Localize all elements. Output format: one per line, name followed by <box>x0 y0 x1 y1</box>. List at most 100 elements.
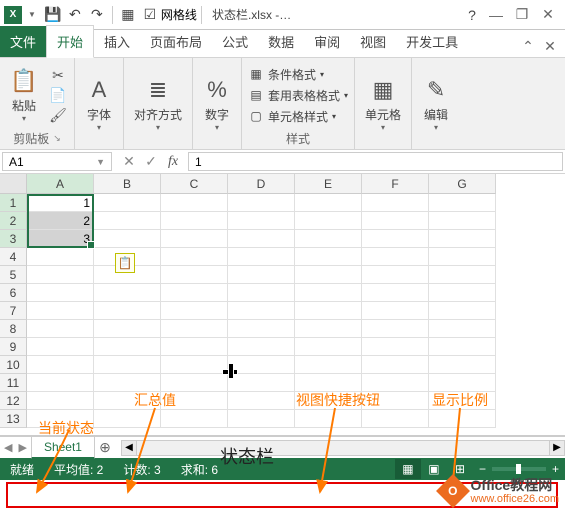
restore-button[interactable]: ❐ <box>509 4 535 26</box>
align-button[interactable]: ≣对齐方式▾ <box>130 74 186 134</box>
font-button[interactable]: A字体▾ <box>81 74 117 134</box>
tab-dev[interactable]: 开发工具 <box>396 26 468 57</box>
grid-icon[interactable]: ▦ <box>119 6 137 24</box>
qat-dropdown-icon[interactable]: ▼ <box>28 10 36 19</box>
tab-data[interactable]: 数据 <box>258 26 304 57</box>
horizontal-scrollbar[interactable]: ◀ ▶ <box>121 440 565 456</box>
close-button[interactable]: ✕ <box>535 4 561 26</box>
name-box[interactable]: A1 ▼ <box>2 152 112 171</box>
zoom-control[interactable]: − + <box>473 462 565 476</box>
view-normal-icon[interactable]: ▦ <box>395 459 421 479</box>
status-ready[interactable]: 就绪 <box>0 461 44 478</box>
formula-input[interactable]: 1 <box>188 152 563 171</box>
checkbox-icon[interactable]: ☑ <box>141 6 159 24</box>
group-clipboard: 📋 粘贴 ▾ ✂ 📄 🖌 剪贴板↘ <box>0 58 75 149</box>
formula-bar: A1 ▼ ✕ ✓ fx 1 <box>0 150 565 174</box>
editing-icon: ✎ <box>422 76 450 104</box>
row-header[interactable]: 7 <box>0 302 27 320</box>
column-headers: A B C D E F G <box>27 174 565 194</box>
row-header[interactable]: 3 <box>0 230 27 248</box>
group-editing: ✎编辑▾ <box>412 58 460 149</box>
cut-icon[interactable]: ✂ <box>48 66 68 84</box>
zoom-in-icon[interactable]: + <box>552 462 559 476</box>
cell[interactable]: 3 <box>27 230 94 248</box>
row-header[interactable]: 1 <box>0 194 27 212</box>
col-header[interactable]: G <box>429 174 496 194</box>
select-all-corner[interactable] <box>0 174 27 194</box>
watermark-url: www.office26.com <box>471 493 559 505</box>
cell-style-icon: ▢ <box>248 109 264 123</box>
spreadsheet-grid[interactable]: A B C D E F G 1 2 3 4 5 6 7 8 9 10 11 12… <box>0 174 565 436</box>
zoom-out-icon[interactable]: − <box>479 462 486 476</box>
redo-icon[interactable]: ↷ <box>88 6 106 24</box>
sheet-tab-bar: ◀ ▶ Sheet1 ⊕ ◀ ▶ <box>0 436 565 458</box>
cells-button[interactable]: ▦单元格▾ <box>361 74 405 134</box>
cell[interactable]: 2 <box>27 212 94 230</box>
window-title: 状态栏.xlsx -… <box>212 6 461 23</box>
add-sheet-button[interactable]: ⊕ <box>95 439 115 456</box>
sheet-nav-next-icon[interactable]: ▶ <box>18 441 26 454</box>
collapse-ribbon-icon[interactable]: ⌃ <box>517 35 539 57</box>
status-average[interactable]: 平均值: 2 <box>44 461 113 478</box>
styles-label: 样式 <box>248 128 348 147</box>
col-header[interactable]: F <box>362 174 429 194</box>
paste-button[interactable]: 📋 粘贴 ▾ <box>6 65 42 125</box>
tab-layout[interactable]: 页面布局 <box>140 26 212 57</box>
copy-icon[interactable]: 📄 <box>48 86 68 104</box>
tab-home[interactable]: 开始 <box>46 25 94 58</box>
view-pagebreak-icon[interactable]: ⊞ <box>447 459 473 479</box>
namebox-dropdown-icon[interactable]: ▼ <box>96 157 105 167</box>
row-header[interactable]: 12 <box>0 392 27 410</box>
row-header[interactable]: 11 <box>0 374 27 392</box>
table-format-button[interactable]: ▤套用表格格式▾ <box>248 86 348 105</box>
conditional-format-button[interactable]: ▦条件格式▾ <box>248 65 348 84</box>
tab-view[interactable]: 视图 <box>350 26 396 57</box>
col-header[interactable]: C <box>161 174 228 194</box>
tab-formulas[interactable]: 公式 <box>212 26 258 57</box>
save-icon[interactable]: 💾 <box>44 6 62 24</box>
red-highlight-box <box>6 482 558 508</box>
cell[interactable]: 1 <box>27 194 94 212</box>
sheet-tab[interactable]: Sheet1 <box>31 436 95 459</box>
cells-area[interactable]: 1 2 3 <box>27 194 565 435</box>
row-header[interactable]: 13 <box>0 410 27 428</box>
status-bar: 就绪 平均值: 2 计数: 3 求和: 6 ▦ ▣ ⊞ − + <box>0 458 565 480</box>
doc-close-icon[interactable]: ✕ <box>539 35 561 57</box>
col-header[interactable]: E <box>295 174 362 194</box>
tab-insert[interactable]: 插入 <box>94 26 140 57</box>
tab-review[interactable]: 审阅 <box>304 26 350 57</box>
status-count[interactable]: 计数: 3 <box>113 461 170 478</box>
sheet-nav-prev-icon[interactable]: ◀ <box>4 441 12 454</box>
enter-icon[interactable]: ✓ <box>140 153 162 170</box>
row-header[interactable]: 4 <box>0 248 27 266</box>
row-header[interactable]: 2 <box>0 212 27 230</box>
row-header[interactable]: 8 <box>0 320 27 338</box>
row-header[interactable]: 9 <box>0 338 27 356</box>
fx-icon[interactable]: fx <box>162 154 184 170</box>
row-header[interactable]: 6 <box>0 284 27 302</box>
smart-tag-icon[interactable]: 📋 <box>115 253 135 273</box>
group-align: ≣对齐方式▾ <box>124 58 193 149</box>
undo-icon[interactable]: ↶ <box>66 6 84 24</box>
col-header[interactable]: D <box>228 174 295 194</box>
row-header[interactable]: 5 <box>0 266 27 284</box>
view-pagelayout-icon[interactable]: ▣ <box>421 459 447 479</box>
expand-icon[interactable]: ↘ <box>53 133 61 144</box>
tab-file[interactable]: 文件 <box>0 26 46 57</box>
number-button[interactable]: %数字▾ <box>199 74 235 134</box>
help-icon[interactable]: ? <box>463 6 481 24</box>
format-painter-icon[interactable]: 🖌 <box>48 106 68 124</box>
cancel-icon[interactable]: ✕ <box>118 153 140 170</box>
zoom-slider[interactable] <box>492 467 546 471</box>
cell-style-button[interactable]: ▢单元格样式▾ <box>248 107 348 126</box>
col-header[interactable]: B <box>94 174 161 194</box>
minimize-button[interactable]: — <box>483 4 509 26</box>
col-header[interactable]: A <box>27 174 94 194</box>
status-sum[interactable]: 求和: 6 <box>171 461 228 478</box>
editing-button[interactable]: ✎编辑▾ <box>418 74 454 134</box>
scroll-left-icon[interactable]: ◀ <box>121 440 137 456</box>
row-header[interactable]: 10 <box>0 356 27 374</box>
table-format-icon: ▤ <box>248 88 264 102</box>
group-styles: ▦条件格式▾ ▤套用表格格式▾ ▢单元格样式▾ 样式 <box>242 58 355 149</box>
scroll-right-icon[interactable]: ▶ <box>549 440 565 456</box>
